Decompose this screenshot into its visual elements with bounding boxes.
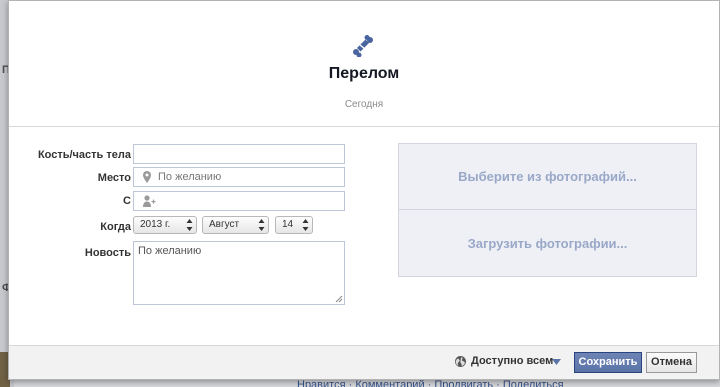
year-value: 2013 г. bbox=[140, 219, 171, 230]
dialog-title: Перелом bbox=[328, 65, 400, 82]
photo-panel: Выберите из фотографий... Загрузить фото… bbox=[398, 143, 697, 277]
news-placeholder: По желанию bbox=[138, 245, 202, 257]
resize-handle-icon[interactable] bbox=[335, 295, 343, 303]
privacy-label: Доступно всем bbox=[471, 355, 554, 367]
add-person-icon bbox=[143, 195, 156, 207]
with-label: С bbox=[123, 195, 131, 207]
life-event-dialog: Перелом Сегодня Кость/часть тела Место П… bbox=[8, 0, 720, 380]
select-arrows-icon bbox=[258, 219, 265, 231]
bone-icon bbox=[353, 35, 373, 57]
select-arrows-icon bbox=[186, 219, 193, 231]
news-label: Новость bbox=[84, 247, 131, 259]
dialog-footer: Доступно всем Сохранить Отмена bbox=[9, 345, 719, 379]
choose-from-photos-button[interactable]: Выберите из фотографий... bbox=[399, 144, 696, 210]
bone-label: Кость/часть тела bbox=[37, 149, 131, 161]
select-arrows-icon bbox=[302, 219, 309, 231]
month-select[interactable]: Август bbox=[202, 216, 269, 234]
when-label: Когда bbox=[100, 221, 131, 233]
with-friends-input[interactable] bbox=[133, 191, 345, 211]
cancel-button[interactable]: Отмена bbox=[646, 352, 697, 373]
place-placeholder: По желанию bbox=[158, 171, 222, 183]
month-value: Август bbox=[209, 219, 240, 230]
place-label: Место bbox=[97, 172, 131, 184]
upload-photos-button[interactable]: Загрузить фотографии... bbox=[399, 211, 696, 277]
location-pin-icon bbox=[143, 171, 151, 183]
bone-input[interactable] bbox=[133, 144, 345, 164]
day-value: 14 bbox=[282, 219, 294, 230]
save-button[interactable]: Сохранить bbox=[574, 352, 642, 373]
dialog-date: Сегодня bbox=[344, 99, 384, 110]
year-select[interactable]: 2013 г. bbox=[133, 216, 197, 234]
dialog-header: Перелом Сегодня bbox=[9, 1, 719, 127]
globe-icon bbox=[455, 356, 466, 367]
news-textarea[interactable]: По желанию bbox=[133, 241, 345, 305]
place-input[interactable]: По желанию bbox=[133, 167, 345, 187]
day-select[interactable]: 14 bbox=[275, 216, 313, 234]
chevron-down-icon bbox=[552, 359, 561, 365]
